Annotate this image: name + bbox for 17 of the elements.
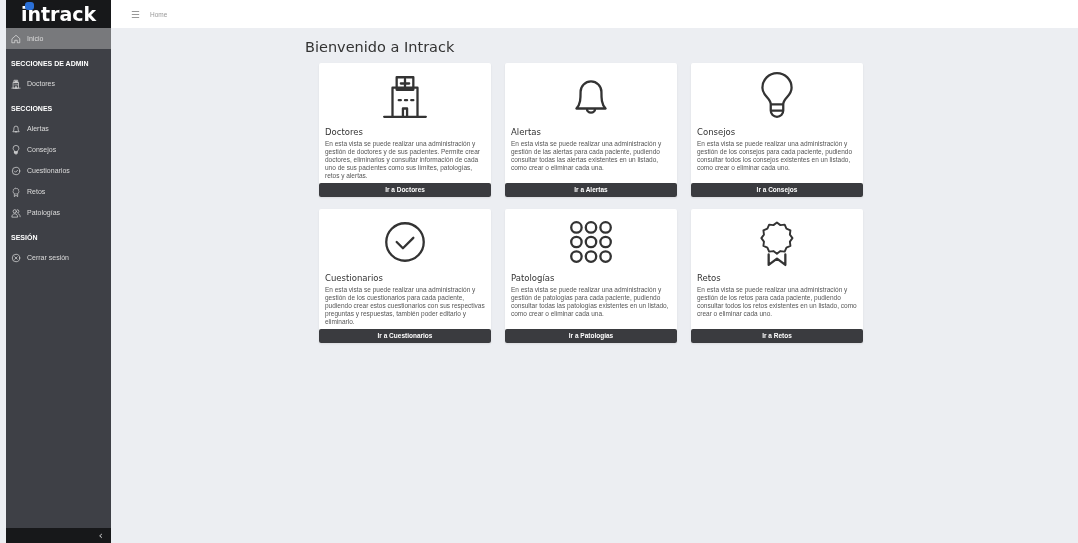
card-title: Consejos xyxy=(697,127,737,137)
card-title: Alertas xyxy=(511,127,542,137)
people-icon xyxy=(11,207,21,218)
card-title: Cuestionarios xyxy=(325,273,384,283)
bell-icon xyxy=(11,123,21,134)
card-title: Patologías xyxy=(511,273,556,283)
close-circle-icon xyxy=(11,252,21,263)
collapse-button[interactable]: ‹ xyxy=(98,530,103,541)
ribbon-icon xyxy=(11,186,21,197)
app-logo: intrack xyxy=(6,0,111,28)
card-title: Retos xyxy=(697,273,722,283)
lightbulb-icon xyxy=(11,144,21,155)
hospital-icon xyxy=(11,78,21,89)
page-title: Bienvenido a Intrack xyxy=(305,39,456,55)
home-icon xyxy=(11,33,21,44)
check-circle-icon xyxy=(11,165,21,176)
card-title: Doctores xyxy=(325,127,364,137)
